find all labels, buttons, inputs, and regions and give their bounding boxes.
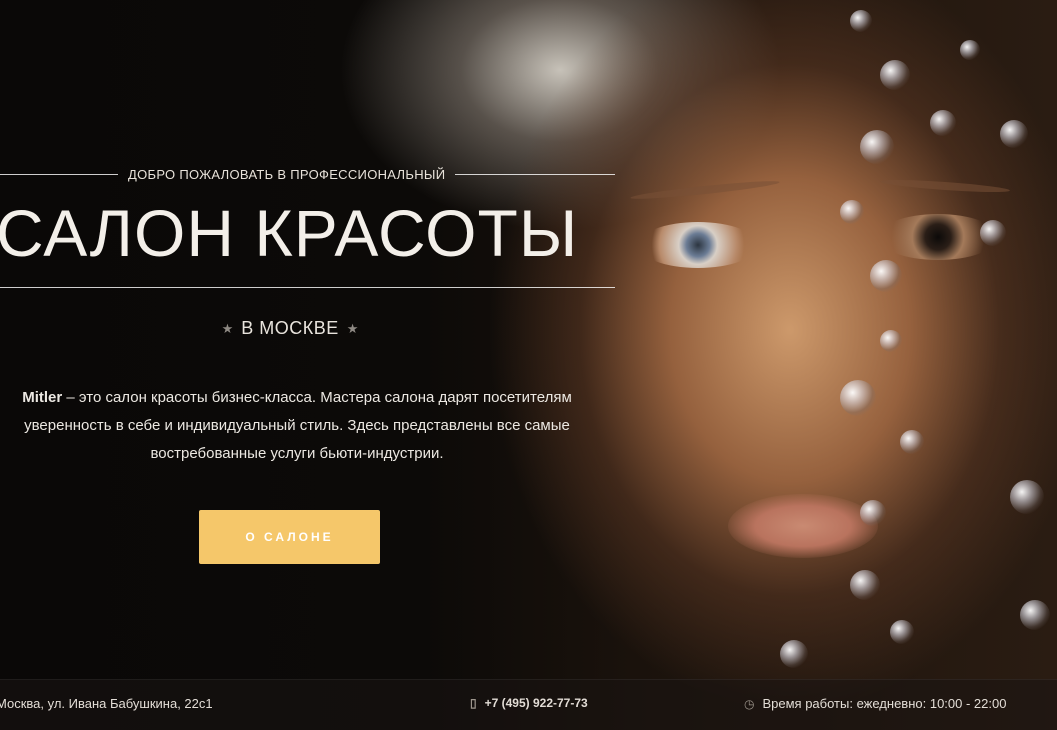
- welcome-text: ДОБРО ПОЖАЛОВАТЬ В ПРОФЕССИОНАЛЬНЫЙ: [128, 166, 446, 182]
- description-line: уверенность в себе и индивидуальный стил…: [24, 417, 570, 434]
- divider: [0, 173, 118, 175]
- contact-bar: Москва, ул. Ивана Бабушкина, 22с1 ▯ +7 (…: [0, 679, 1057, 730]
- star-icon: ★: [346, 320, 359, 336]
- address: Москва, ул. Ивана Бабушкина, 22с1: [0, 696, 213, 711]
- divider: [0, 287, 615, 288]
- water-drop: [1020, 600, 1050, 630]
- water-drop: [860, 500, 886, 526]
- star-icon: ★: [221, 320, 234, 336]
- water-drop: [980, 220, 1006, 246]
- description-text: – это салон красоты бизнес-класса. Масте…: [62, 389, 572, 406]
- background-photo-detail: [879, 177, 1011, 195]
- brand-name: Mitler: [22, 389, 63, 406]
- water-drop: [840, 380, 876, 416]
- hero-content: ДОБРО ПОЖАЛОВАТЬ В ПРОФЕССИОНАЛЬНЫЙ САЛО…: [0, 0, 620, 680]
- water-drop: [840, 200, 864, 224]
- water-drop: [1010, 480, 1044, 514]
- water-drop: [880, 60, 910, 90]
- water-drop: [850, 570, 880, 600]
- phone-icon: ▯: [470, 696, 477, 710]
- water-drop: [780, 640, 808, 668]
- welcome-row: ДОБРО ПОЖАЛОВАТЬ В ПРОФЕССИОНАЛЬНЫЙ: [0, 164, 615, 184]
- salon-description: Mitler – это салон красоты бизнес-класса…: [0, 384, 600, 468]
- working-hours: ◷ Время работы: ежедневно: 10:00 - 22:00: [744, 696, 1006, 711]
- background-photo-detail: [629, 178, 781, 202]
- background-photo-detail: [728, 494, 878, 558]
- divider: [455, 173, 615, 175]
- water-drop: [900, 430, 924, 454]
- water-drop: [870, 260, 902, 292]
- description-line: Mitler – это салон красоты бизнес-класса…: [0, 384, 600, 412]
- city-row: ★ В МОСКВЕ ★: [0, 318, 580, 339]
- description-line: востребованные услуги бьюти-индустрии.: [150, 445, 444, 462]
- water-drop: [860, 130, 894, 164]
- water-drop: [850, 10, 872, 32]
- water-drop: [890, 620, 914, 644]
- background-photo-detail: [638, 222, 758, 268]
- city-text: В МОСКВЕ: [241, 318, 339, 338]
- water-drop: [930, 110, 956, 136]
- water-drop: [960, 40, 980, 60]
- clock-icon: ◷: [744, 696, 755, 711]
- water-drop: [880, 330, 902, 352]
- hero-section: ДОБРО ПОЖАЛОВАТЬ В ПРОФЕССИОНАЛЬНЫЙ САЛО…: [0, 0, 1057, 730]
- phone-number: +7 (495) 922-77-73: [484, 696, 588, 710]
- about-salon-button[interactable]: О САЛОНЕ: [199, 510, 380, 564]
- page-title: САЛОН КРАСОТЫ: [0, 196, 579, 270]
- hours-text: Время работы: ежедневно: 10:00 - 22:00: [762, 696, 1007, 711]
- phone-link[interactable]: ▯ +7 (495) 922-77-73: [470, 696, 588, 710]
- address-text: Москва, ул. Ивана Бабушкина, 22с1: [0, 696, 213, 711]
- water-drop: [1000, 120, 1028, 148]
